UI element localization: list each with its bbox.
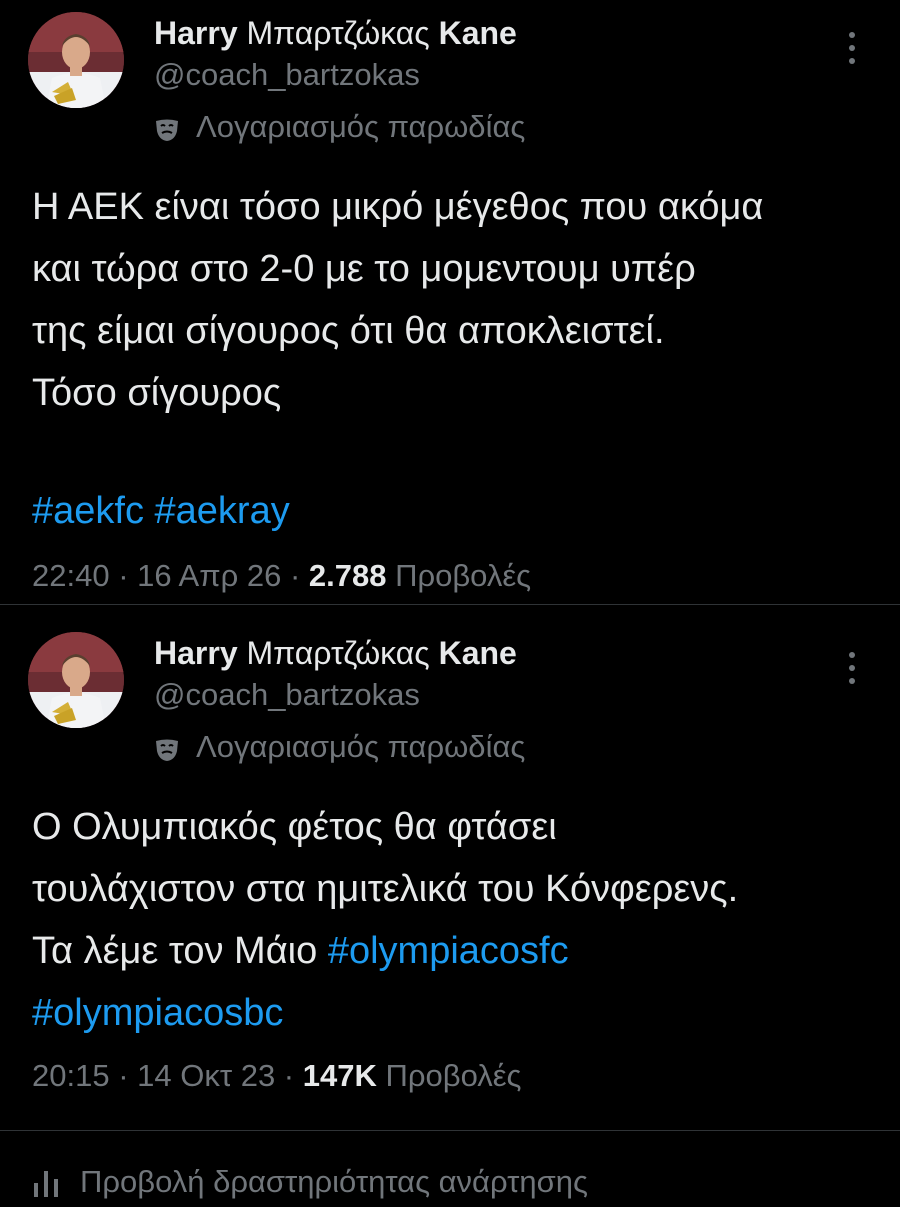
more-options-icon[interactable] — [838, 28, 866, 68]
author-first-name: Harry — [154, 635, 238, 671]
avatar[interactable] — [28, 632, 124, 728]
separator: · — [109, 1058, 138, 1093]
tweet-text-fragment: Τα λέμε τον Μάιο — [32, 930, 328, 972]
analytics-bars-icon — [32, 1167, 66, 1197]
avatar[interactable] — [28, 12, 124, 108]
parody-label: Λογαριασμός παρωδίας — [154, 728, 525, 766]
author-name[interactable]: Harry Μπαρτζώκας Kane — [154, 634, 517, 672]
post-activity-label: Προβολή δραστηριότητας ανάρτησης — [80, 1164, 588, 1199]
tweet[interactable]: Harry Μπαρτζώκας Kane @coach_bartzokas Λ… — [0, 0, 900, 600]
hashtag-link[interactable]: #olympiacosbc — [32, 992, 283, 1034]
author-handle[interactable]: @coach_bartzokas — [154, 56, 420, 94]
author-last-name: Kane — [438, 15, 517, 51]
views-count: 2.788 — [308, 558, 387, 593]
separator: · — [275, 1058, 303, 1093]
separator: · — [109, 558, 138, 593]
hashtag-link[interactable]: #olympiacosfc — [328, 930, 569, 972]
divider — [0, 604, 900, 605]
parody-label: Λογαριασμός παρωδίας — [154, 108, 525, 146]
tweet-date[interactable]: 14 Οκτ 23 — [137, 1058, 275, 1093]
tweet-meta: 20:15 · 14 Οκτ 23 · 147K Προβολές — [32, 1056, 522, 1096]
tweet-meta: 22:40 · 16 Απρ 26 · 2.788 Προβολές — [32, 556, 531, 596]
theater-mask-icon — [154, 114, 180, 141]
parody-text: Λογαριασμός παρωδίας — [196, 729, 526, 764]
tweet-text: Η ΑΕΚ είναι τόσο μικρό μέγεθος που ακόμα… — [32, 176, 882, 424]
tweet[interactable]: Harry Μπαρτζώκας Kane @coach_bartzokas Λ… — [0, 620, 900, 1120]
tweet-text-line: Τα λέμε τον Μάιο #olympiacosfc — [32, 920, 882, 982]
theater-mask-icon — [154, 734, 180, 761]
post-activity-link[interactable]: Προβολή δραστηριότητας ανάρτησης — [32, 1162, 588, 1202]
tweet-text-line: Η ΑΕΚ είναι τόσο μικρό μέγεθος που ακόμα — [32, 186, 764, 228]
author-middle-name: Μπαρτζώκας — [237, 15, 439, 51]
parody-text: Λογαριασμός παρωδίας — [196, 109, 526, 144]
separator: · — [281, 558, 309, 593]
tweet-text: Ο Ολυμπιακός φέτος θα φτάσει τουλάχιστον… — [32, 796, 882, 1044]
tweet-text-line: της είμαι σίγουρος ότι θα αποκλειστεί. — [32, 310, 665, 352]
author-first-name: Harry — [154, 15, 238, 51]
tweet-time[interactable]: 22:40 — [32, 558, 110, 593]
tweet-text-line: Τόσο σίγουρος — [32, 372, 282, 414]
tweet-text-line: τουλάχιστον στα ημιτελικά του Κόνφερενς. — [32, 868, 739, 910]
tweet-date[interactable]: 16 Απρ 26 — [137, 558, 281, 593]
tweet-text-line: Ο Ολυμπιακός φέτος θα φτάσει — [32, 806, 557, 848]
author-middle-name: Μπαρτζώκας — [237, 635, 439, 671]
author-name[interactable]: Harry Μπαρτζώκας Kane — [154, 14, 517, 52]
author-handle[interactable]: @coach_bartzokas — [154, 676, 420, 714]
tweet-text-line: και τώρα στο 2-0 με το μομεντουμ υπέρ — [32, 248, 696, 290]
views-label: Προβολές — [385, 1058, 522, 1093]
author-last-name: Kane — [438, 635, 517, 671]
views-label: Προβολές — [395, 558, 532, 593]
more-options-icon[interactable] — [838, 648, 866, 688]
divider — [0, 1130, 900, 1131]
tweet-time[interactable]: 20:15 — [32, 1058, 110, 1093]
views-count: 147K — [302, 1058, 377, 1093]
hashtag-link[interactable]: #aekfc #aekray — [32, 480, 290, 542]
tweet-text-line: #olympiacosbc — [32, 982, 882, 1044]
